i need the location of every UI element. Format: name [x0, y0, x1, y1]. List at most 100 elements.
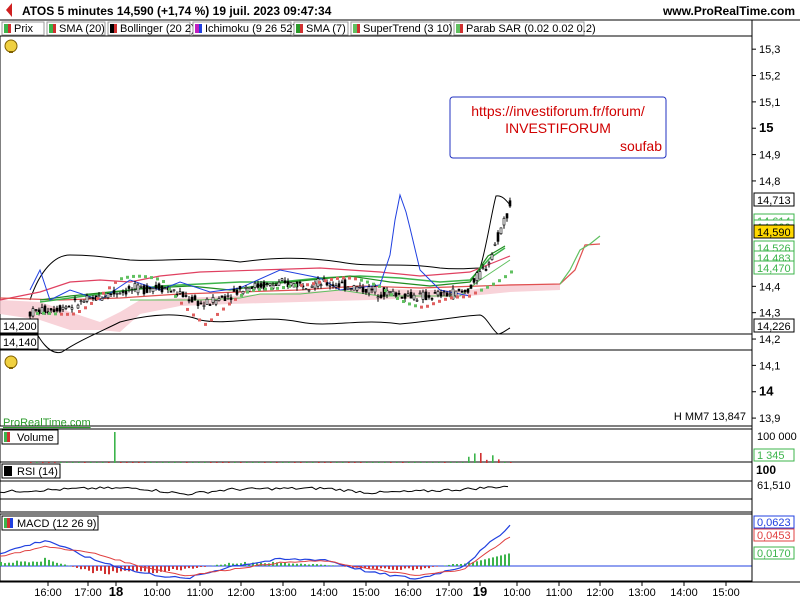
volume-bar	[210, 462, 212, 463]
annotation-title: INVESTIFORUM	[505, 120, 611, 136]
sar-dot	[174, 294, 177, 298]
volume-bar	[300, 462, 302, 463]
legend-swatch	[296, 24, 300, 33]
volume-bar	[420, 462, 422, 463]
sar-dot	[240, 293, 243, 297]
candle-body	[268, 283, 272, 286]
site-label[interactable]: www.ProRealTime.com	[662, 4, 795, 18]
legend-item[interactable]: Ichimoku (9 26 52)	[192, 21, 296, 36]
candle-body	[388, 291, 392, 293]
sar-dot	[414, 304, 417, 308]
price-tick: 14,4	[759, 281, 780, 293]
legend-item[interactable]: SMA (7)	[293, 21, 349, 36]
macd-label: MACD (12 26 9)	[17, 518, 96, 530]
macd-bar	[48, 559, 50, 566]
price-tick: 14,2	[759, 334, 780, 346]
price-tick: 15	[759, 120, 773, 135]
sar-dot	[114, 280, 117, 284]
time-tick: 14:00	[310, 587, 338, 599]
candle-body	[496, 232, 500, 242]
macd-bar	[76, 566, 78, 568]
legend-item[interactable]: SMA (20)	[46, 21, 106, 36]
sar-dot	[282, 286, 285, 290]
candle-body	[265, 282, 269, 285]
indicator-legend: Prix SMA (20) Bollinger (20 2) Ichimoku (9 …	[1, 21, 596, 36]
price-tick: 14,3	[759, 308, 780, 320]
macd-bar	[284, 562, 286, 566]
macd-bar	[180, 566, 182, 571]
legend-swatch	[456, 24, 460, 33]
candle-body	[256, 283, 260, 288]
macd-bar	[228, 562, 230, 566]
macd-bar	[100, 566, 102, 571]
candle-body	[448, 293, 452, 296]
down-arrow-icon	[6, 3, 12, 17]
sar-dot	[444, 297, 447, 301]
candle-body	[58, 305, 62, 312]
macd-bar	[404, 566, 406, 569]
macd-bar	[496, 556, 498, 566]
legend-item[interactable]: Prix	[1, 21, 45, 36]
volume-bar	[126, 462, 128, 463]
sar-dot	[276, 286, 279, 290]
time-tick: 12:00	[586, 587, 614, 599]
sar-dot	[468, 294, 471, 298]
volume-bar	[366, 462, 368, 463]
candle-body	[364, 289, 368, 293]
sar-dot	[504, 275, 507, 279]
sar-dot	[222, 307, 225, 311]
candle-body	[76, 304, 80, 309]
candle-body	[163, 287, 167, 290]
volume-bar	[174, 462, 176, 463]
candle-body	[349, 288, 353, 291]
sar-dot	[258, 288, 261, 292]
price-badge: 14,713	[753, 192, 795, 207]
sar-dot	[186, 307, 189, 311]
volume-bar	[282, 462, 284, 463]
sar-dot	[300, 283, 303, 287]
candle-body	[55, 307, 59, 312]
candle-body	[142, 285, 146, 295]
candle-body	[145, 285, 149, 293]
price-tick: 15,2	[759, 71, 780, 83]
legend-item[interactable]: Bollinger (20 2)	[107, 21, 195, 36]
volume-bar	[240, 462, 242, 463]
macd-signal-value: 0,0453	[757, 530, 791, 542]
price-tick: 14,1	[759, 360, 780, 372]
candle-body	[343, 279, 347, 291]
macd-bar	[476, 561, 478, 566]
time-axis: 16:00 17:00 18 10:00 11:00 12:00 13:00 14:00 15:…	[34, 582, 740, 599]
candle-body	[394, 292, 398, 297]
candle-body	[259, 283, 263, 288]
price-badge: 14,226	[753, 318, 795, 333]
candle-body	[346, 286, 350, 290]
volume-bar	[96, 462, 98, 463]
sar-dot	[330, 277, 333, 281]
sar-dot	[150, 276, 153, 280]
sar-dot	[480, 288, 483, 292]
sar-dot	[84, 306, 87, 310]
candle-body	[223, 296, 227, 301]
macd-bar	[200, 566, 202, 567]
sar-dot	[510, 270, 513, 274]
legend-item[interactable]: Parab SAR (0.02 0.02 0.2)	[453, 21, 596, 36]
sar-dot	[306, 283, 309, 287]
time-tick: 18	[109, 584, 123, 599]
volume-bar	[132, 462, 134, 463]
candle-body	[466, 288, 470, 293]
annotation-url[interactable]: https://investiforum.fr/forum/	[471, 103, 645, 119]
sar-dot	[408, 302, 411, 306]
volume-bar	[510, 462, 512, 463]
time-tick: 14:00	[670, 587, 698, 599]
candle-body	[157, 283, 161, 290]
time-tick: 11:00	[187, 587, 214, 599]
volume-bar	[342, 462, 344, 463]
candle-body	[460, 290, 464, 293]
candle-body	[70, 307, 74, 310]
macd-bar	[108, 566, 110, 575]
legend-item[interactable]: SuperTrend (3 10)	[350, 21, 452, 36]
candle-body	[211, 297, 215, 303]
candle-body	[361, 287, 365, 293]
legend-label: SMA (20)	[59, 23, 105, 35]
price-badge: 14,470	[753, 260, 795, 275]
